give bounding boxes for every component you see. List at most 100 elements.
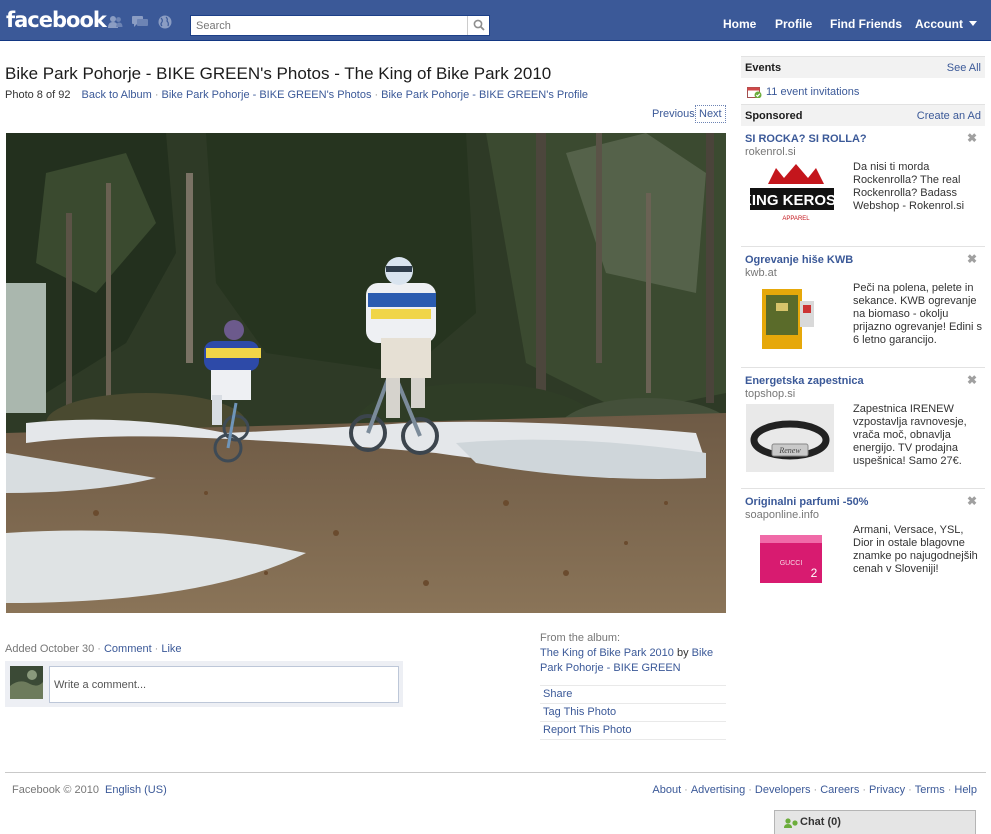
- comment-input[interactable]: [49, 666, 399, 703]
- friend-requests-icon[interactable]: [107, 15, 123, 29]
- nav-profile-link[interactable]: Profile: [775, 17, 812, 31]
- search-box: [190, 15, 490, 36]
- separator-dot: ·: [813, 784, 818, 796]
- separator-dot: ·: [862, 784, 867, 796]
- chat-online-icon: [784, 818, 798, 828]
- events-header: Events See All: [741, 56, 985, 78]
- share-link[interactable]: Share: [540, 685, 726, 704]
- tag-photo-link[interactable]: Tag This Photo: [540, 704, 726, 722]
- account-label: Account: [915, 17, 963, 31]
- photo-pager: Previous Next: [650, 104, 726, 123]
- nav-account-menu[interactable]: Account: [915, 17, 977, 31]
- separator-dot: ·: [684, 784, 688, 796]
- close-icon[interactable]: ✖: [967, 373, 977, 387]
- language-link[interactable]: English (US): [105, 784, 167, 796]
- search-input[interactable]: [191, 16, 467, 35]
- close-icon[interactable]: ✖: [967, 252, 977, 266]
- sponsored-title: Sponsored: [745, 110, 803, 122]
- event-invitations-link[interactable]: 11 event invitations: [766, 86, 859, 98]
- separator-dot: ·: [947, 784, 952, 796]
- sponsored-ad[interactable]: SI ROCKA? SI ROLLA? rokenrol.si ✖ KING K…: [741, 126, 985, 247]
- sponsored-ad[interactable]: Ogrevanje hiše KWB kwb.at ✖ Peči na pole…: [741, 247, 985, 368]
- added-date: Added October 30: [5, 643, 95, 655]
- separator-dot: ·: [97, 643, 101, 655]
- ad-title[interactable]: Ogrevanje hiše KWB: [745, 254, 853, 266]
- separator-dot: ·: [154, 643, 159, 655]
- like-link[interactable]: Like: [161, 643, 181, 655]
- footer-link-developers[interactable]: Developers: [755, 784, 811, 796]
- top-navigation-bar: facebook Home Profile Find Friends Accou…: [0, 0, 991, 41]
- comment-link[interactable]: Comment: [104, 643, 152, 655]
- ad-title[interactable]: Energetska zapestnica: [745, 375, 864, 387]
- previous-photo-link[interactable]: Previous: [652, 108, 695, 120]
- ad-image-text: GUCCI: [780, 560, 803, 567]
- chat-label: Chat (0): [800, 816, 841, 828]
- from-album-label: From the album:: [540, 632, 621, 644]
- ad-title[interactable]: Originalni parfumi -50%: [745, 496, 868, 508]
- sponsored-ad[interactable]: Originalni parfumi -50% soaponline.info …: [741, 489, 985, 610]
- ad-body: Zapestnica IRENEW vzpostavlja ravnovesje…: [853, 403, 967, 467]
- see-all-events-link[interactable]: See All: [947, 62, 981, 74]
- main-photo[interactable]: [6, 133, 726, 613]
- avatar[interactable]: [10, 666, 43, 699]
- footer-link-terms[interactable]: Terms: [915, 784, 945, 796]
- ad-image[interactable]: [746, 283, 834, 351]
- album-photos-link[interactable]: Bike Park Pohorje - BIKE GREEN's Photos: [162, 89, 372, 101]
- footer-link-privacy[interactable]: Privacy: [869, 784, 905, 796]
- ad-image-subtext: APPAREL: [782, 216, 810, 222]
- footer-link-help[interactable]: Help: [954, 784, 977, 796]
- footer-left: Facebook © 2010 English (US): [12, 784, 167, 796]
- album-line: The King of Bike Park 2010 by Bike Park …: [540, 646, 726, 676]
- sponsored-header: Sponsored Create an Ad: [741, 104, 985, 126]
- ad-body: Da nisi ti morda Rockenrolla? The real R…: [853, 161, 965, 212]
- close-icon[interactable]: ✖: [967, 131, 977, 145]
- search-button[interactable]: [467, 16, 489, 35]
- right-sidebar: Events See All 11 event invitations Spon…: [741, 56, 985, 610]
- separator-dot: ·: [908, 784, 912, 796]
- messages-icon[interactable]: [132, 15, 148, 29]
- album-name-link[interactable]: The King of Bike Park 2010: [540, 647, 674, 659]
- close-icon[interactable]: ✖: [967, 494, 977, 508]
- footer-link-careers[interactable]: Careers: [820, 784, 859, 796]
- ad-url: kwb.at: [745, 267, 777, 279]
- back-to-album-link[interactable]: Back to Album: [82, 89, 152, 101]
- separator-dot: ·: [748, 784, 752, 796]
- album-info: From the album: The King of Bike Park 20…: [540, 632, 726, 676]
- photo-actions: Share Tag This Photo Report This Photo: [540, 685, 726, 740]
- copyright: Facebook © 2010: [12, 784, 99, 796]
- photo-count: Photo 8 of 92: [5, 89, 71, 101]
- create-ad-link[interactable]: Create an Ad: [917, 110, 981, 122]
- ad-body: Peči na polena, pelete in sekance. KWB o…: [853, 282, 983, 346]
- comment-box: [5, 661, 403, 707]
- facebook-logo[interactable]: facebook: [6, 8, 107, 32]
- page-title: Bike Park Pohorje - BIKE GREEN's Photos …: [5, 64, 552, 83]
- chat-bar[interactable]: Chat (0): [774, 810, 976, 834]
- footer-links: About · Advertising · Developers · Careers · Pri…: [652, 784, 977, 796]
- nav-find-friends-link[interactable]: Find Friends: [830, 17, 902, 31]
- ad-body: Armani, Versace, YSL, Dior in ostale bla…: [853, 524, 978, 575]
- album-by-label: by: [676, 647, 689, 659]
- notifications-globe-icon[interactable]: [157, 15, 173, 29]
- events-title: Events: [745, 62, 782, 74]
- ad-title[interactable]: SI ROCKA? SI ROLLA?: [745, 133, 867, 145]
- ad-image[interactable]: KING KEROSIN APPAREL: [746, 162, 834, 230]
- bike-park-photo-image: [6, 133, 726, 613]
- separator-dot: ·: [374, 89, 379, 101]
- photo-info-row: Added October 30 · Comment · Like: [5, 643, 182, 655]
- caret-down-icon: [969, 21, 977, 26]
- sponsored-ad[interactable]: Energetska zapestnica topshop.si ✖ Renew…: [741, 368, 985, 489]
- footer-link-advertising[interactable]: Advertising: [691, 784, 745, 796]
- footer-divider: [5, 772, 986, 773]
- ad-url: soaponline.info: [745, 509, 820, 521]
- event-invitations-row: 11 event invitations: [741, 78, 985, 104]
- ad-image-number: 2: [811, 566, 818, 580]
- ad-image[interactable]: GUCCI 2: [746, 525, 834, 593]
- report-photo-link[interactable]: Report This Photo: [540, 722, 726, 740]
- footer-link-about[interactable]: About: [652, 784, 681, 796]
- ad-image-text: Renew: [778, 446, 801, 455]
- nav-home-link[interactable]: Home: [723, 17, 756, 31]
- profile-link[interactable]: Bike Park Pohorje - BIKE GREEN's Profile: [381, 89, 588, 101]
- ad-image[interactable]: Renew: [746, 404, 834, 472]
- next-photo-link[interactable]: Next: [695, 105, 726, 123]
- photo-breadcrumb: Photo 8 of 92 Back to Album · Bike Park Po…: [5, 89, 588, 101]
